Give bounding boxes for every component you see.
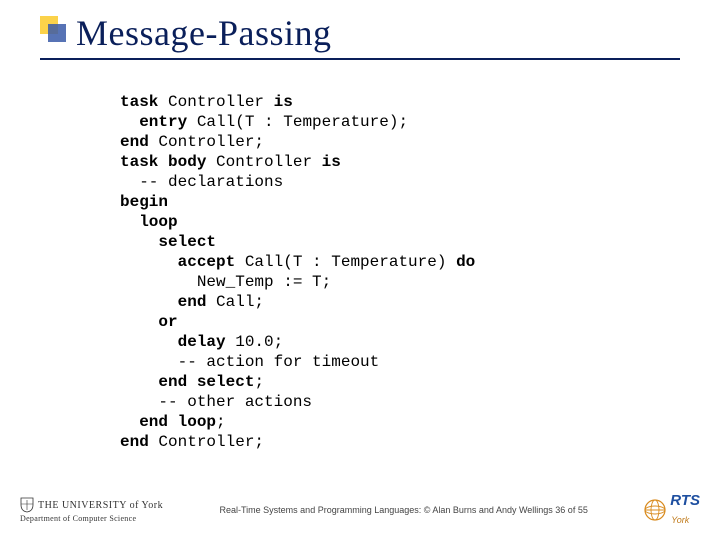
code-text: Controller; xyxy=(149,133,264,151)
kw: select xyxy=(197,373,255,391)
code-text: ; xyxy=(216,413,226,431)
title-wrap: Message-Passing xyxy=(40,12,331,54)
kw: delay xyxy=(120,333,226,351)
kw: end xyxy=(120,433,149,451)
university-name: THE UNIVERSITY of York xyxy=(38,500,163,511)
code-text xyxy=(168,413,178,431)
page-title: Message-Passing xyxy=(40,12,331,54)
code-text: -- other actions xyxy=(120,393,312,411)
university-dept: Department of Computer Science xyxy=(20,514,136,523)
kw: begin xyxy=(120,193,168,211)
kw: end xyxy=(120,413,168,431)
kw: do xyxy=(456,253,475,271)
code-text: ; xyxy=(254,373,264,391)
code-text xyxy=(187,373,197,391)
kw: loop xyxy=(178,413,216,431)
code-text: New_Temp := T; xyxy=(120,273,331,291)
code-text: Call; xyxy=(206,293,264,311)
code-text: -- declarations xyxy=(120,173,283,191)
footer: THE UNIVERSITY of York Department of Com… xyxy=(0,488,720,532)
code-text: 10.0; xyxy=(226,333,284,351)
globe-icon xyxy=(644,499,666,521)
kw: end xyxy=(120,293,206,311)
kw: loop xyxy=(120,213,178,231)
rts-logo: RTS York xyxy=(644,492,700,528)
kw: or xyxy=(120,313,178,331)
slide: Message-Passing task Controller is entry… xyxy=(0,0,720,540)
code-text: -- action for timeout xyxy=(120,353,379,371)
kw: task xyxy=(120,93,158,111)
code-text: Call(T : Temperature) xyxy=(235,253,456,271)
kw: select xyxy=(120,233,216,251)
code-text: Controller xyxy=(206,153,321,171)
shield-icon xyxy=(20,497,34,513)
kw: accept xyxy=(120,253,235,271)
code-block: task Controller is entry Call(T : Temper… xyxy=(120,92,475,452)
footer-text: Real-Time Systems and Programming Langua… xyxy=(163,505,644,515)
kw: end xyxy=(120,373,187,391)
kw: entry xyxy=(120,113,187,131)
title-underline xyxy=(40,58,680,60)
kw: end xyxy=(120,133,149,151)
kw: is xyxy=(274,93,293,111)
kw: is xyxy=(322,153,341,171)
code-text: Call(T : Temperature); xyxy=(187,113,408,131)
code-text: Controller; xyxy=(149,433,264,451)
rts-label: RTS xyxy=(670,492,700,509)
university-logo: THE UNIVERSITY of York Department of Com… xyxy=(20,497,163,523)
kw: task body xyxy=(120,153,206,171)
code-text: Controller xyxy=(158,93,273,111)
title-decoration-icon xyxy=(40,16,66,42)
rts-sub: York xyxy=(671,515,689,525)
